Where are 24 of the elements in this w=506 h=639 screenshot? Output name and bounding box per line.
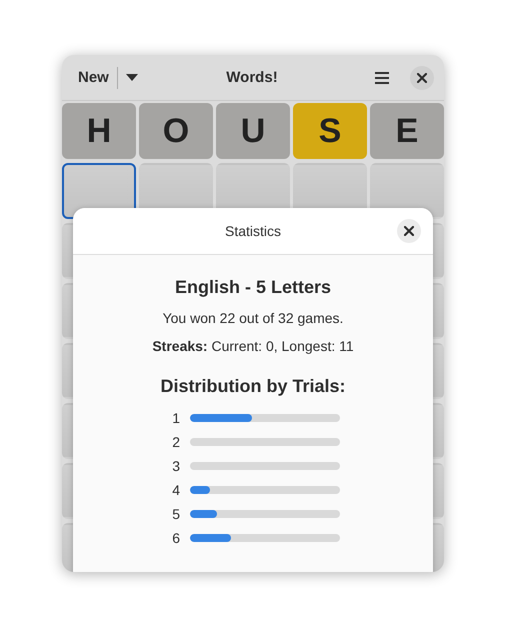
dialog-title: Statistics bbox=[224, 223, 281, 239]
letter-tile[interactable]: S bbox=[293, 103, 367, 159]
dialog-close-button[interactable] bbox=[397, 219, 421, 243]
caret-icon bbox=[126, 74, 138, 81]
letter-tile[interactable]: E bbox=[370, 103, 444, 159]
menu-icon bbox=[375, 72, 389, 84]
games-summary: You won 22 out of 32 games. bbox=[162, 310, 344, 326]
window-title: Words! bbox=[226, 69, 278, 86]
letter-tile[interactable]: O bbox=[139, 103, 213, 159]
trial-number: 1 bbox=[171, 410, 180, 426]
letter-tile[interactable]: U bbox=[216, 103, 290, 159]
streaks-text: Streaks: Current: 0, Longest: 11 bbox=[152, 338, 354, 354]
new-button[interactable]: New bbox=[70, 63, 117, 92]
trial-number: 3 bbox=[171, 458, 180, 474]
trial-number: 5 bbox=[171, 506, 180, 522]
close-icon bbox=[404, 226, 414, 236]
language-heading: English - 5 Letters bbox=[174, 277, 332, 298]
letter-tile[interactable]: H bbox=[62, 103, 136, 159]
close-icon bbox=[417, 72, 427, 82]
trial-number: 2 bbox=[171, 434, 180, 450]
trial-number: 6 bbox=[171, 530, 180, 546]
distribution-heading: Distribution by Trials: bbox=[160, 376, 346, 397]
trial-number: 4 bbox=[171, 482, 180, 498]
close-button[interactable] bbox=[410, 66, 434, 90]
